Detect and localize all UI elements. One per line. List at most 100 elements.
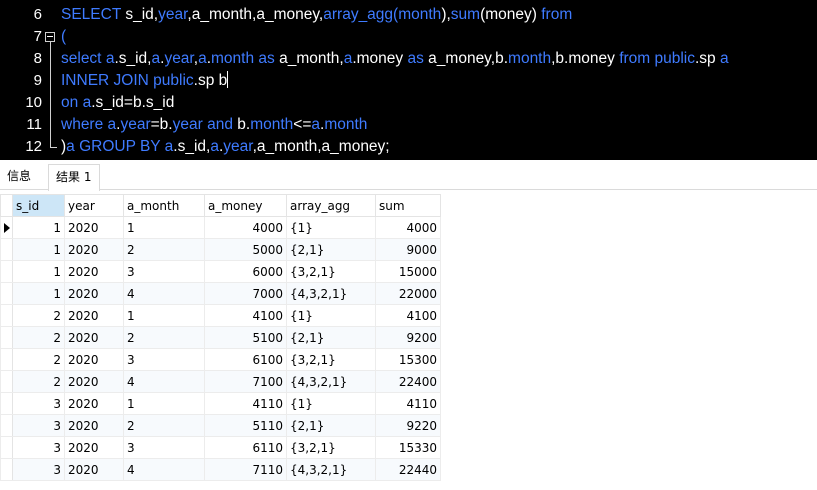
row-selector[interactable] (0, 326, 13, 349)
cell-sum[interactable]: 15330 (375, 436, 441, 459)
cell-s-id[interactable]: 1 (12, 260, 65, 283)
table-row[interactable]: 1 2020 4 7000 {4,3,2,1} 22000 (0, 282, 441, 305)
cell-a-month[interactable]: 3 (123, 260, 205, 283)
cell-array-agg[interactable]: {4,3,2,1} (286, 458, 376, 481)
column-header-array-agg[interactable]: array_agg (286, 194, 376, 217)
cell-array-agg[interactable]: {2,1} (286, 414, 376, 437)
row-selector[interactable] (0, 282, 13, 305)
table-row[interactable]: 2 2020 2 5100 {2,1} 9200 (0, 326, 441, 349)
cell-a-month[interactable]: 4 (123, 370, 205, 393)
row-selector[interactable] (0, 414, 13, 437)
table-row[interactable]: 3 2020 2 5110 {2,1} 9220 (0, 414, 441, 437)
cell-a-money[interactable]: 5110 (204, 414, 287, 437)
cell-a-money[interactable]: 7110 (204, 458, 287, 481)
row-selector[interactable] (0, 392, 13, 415)
row-selector[interactable] (0, 238, 13, 261)
table-row[interactable]: 3 2020 3 6110 {3,2,1} 15330 (0, 436, 441, 459)
cell-array-agg[interactable]: {1} (286, 392, 376, 415)
code-text[interactable]: SELECT s_id,year,a_month,a_money,array_a… (61, 4, 572, 26)
table-row[interactable]: 2 2020 3 6100 {3,2,1} 15300 (0, 348, 441, 371)
cell-sum[interactable]: 9220 (375, 414, 441, 437)
cell-s-id[interactable]: 2 (12, 370, 65, 393)
cell-a-money[interactable]: 7100 (204, 370, 287, 393)
cell-array-agg[interactable]: {1} (286, 304, 376, 327)
cell-a-month[interactable]: 1 (123, 216, 205, 239)
column-header-sum[interactable]: sum (375, 194, 441, 217)
tab-result-1[interactable]: 结果 1 (48, 164, 100, 191)
table-row[interactable]: 1 2020 1 4000 {1} 4000 (0, 216, 441, 239)
column-header-s-id[interactable]: s_id (12, 194, 65, 217)
cell-sum[interactable]: 4100 (375, 304, 441, 327)
cell-s-id[interactable]: 1 (12, 216, 65, 239)
code-line[interactable]: 11 where a.year=b.year and b.month<=a.mon… (0, 114, 817, 136)
cell-a-month[interactable]: 4 (123, 458, 205, 481)
code-text[interactable]: select a.s_id,a.year,a.month as a_month,… (61, 48, 729, 70)
table-row[interactable]: 1 2020 3 6000 {3,2,1} 15000 (0, 260, 441, 283)
tab-info[interactable]: 信息 (0, 164, 42, 190)
cell-a-money[interactable]: 4000 (204, 216, 287, 239)
cell-year[interactable]: 2020 (64, 392, 124, 415)
cell-s-id[interactable]: 3 (12, 436, 65, 459)
cell-array-agg[interactable]: {3,2,1} (286, 436, 376, 459)
fold-toggle-icon[interactable] (45, 32, 55, 42)
cell-a-month[interactable]: 3 (123, 348, 205, 371)
cell-array-agg[interactable]: {4,3,2,1} (286, 282, 376, 305)
cell-a-month[interactable]: 1 (123, 304, 205, 327)
cell-array-agg[interactable]: {1} (286, 216, 376, 239)
cell-sum[interactable]: 9000 (375, 238, 441, 261)
cell-year[interactable]: 2020 (64, 216, 124, 239)
cell-year[interactable]: 2020 (64, 370, 124, 393)
result-grid[interactable]: s_id year a_month a_money array_agg sum 1 2020… (0, 194, 441, 481)
row-selector[interactable] (0, 304, 13, 327)
cell-sum[interactable]: 4110 (375, 392, 441, 415)
cell-s-id[interactable]: 3 (12, 414, 65, 437)
cell-a-month[interactable]: 3 (123, 436, 205, 459)
cell-sum[interactable]: 9200 (375, 326, 441, 349)
cell-a-money[interactable]: 6000 (204, 260, 287, 283)
table-row[interactable]: 3 2020 4 7110 {4,3,2,1} 22440 (0, 458, 441, 481)
row-selector[interactable] (0, 260, 13, 283)
cell-array-agg[interactable]: {3,2,1} (286, 348, 376, 371)
column-header-year[interactable]: year (64, 194, 124, 217)
column-header-a-month[interactable]: a_month (123, 194, 205, 217)
code-text[interactable]: )a GROUP BY a.s_id,a.year,a_month,a_mone… (61, 136, 390, 158)
cell-s-id[interactable]: 2 (12, 348, 65, 371)
cell-a-month[interactable]: 1 (123, 392, 205, 415)
sql-editor[interactable]: 6 SELECT s_id,year,a_month,a_money,array_… (0, 0, 817, 160)
code-line[interactable]: 12)a GROUP BY a.s_id,a.year,a_month,a_mo… (0, 136, 817, 158)
table-row[interactable]: 3 2020 1 4110 {1} 4110 (0, 392, 441, 415)
cell-s-id[interactable]: 1 (12, 238, 65, 261)
cell-year[interactable]: 2020 (64, 436, 124, 459)
cell-s-id[interactable]: 2 (12, 304, 65, 327)
cell-array-agg[interactable]: {3,2,1} (286, 260, 376, 283)
cell-sum[interactable]: 22440 (375, 458, 441, 481)
table-row[interactable]: 2 2020 4 7100 {4,3,2,1} 22400 (0, 370, 441, 393)
cell-sum[interactable]: 15300 (375, 348, 441, 371)
row-selector[interactable] (0, 436, 13, 459)
column-header-a-money[interactable]: a_money (204, 194, 287, 217)
cell-a-money[interactable]: 5000 (204, 238, 287, 261)
cell-sum[interactable]: 4000 (375, 216, 441, 239)
code-line[interactable]: 8 select a.s_id,a.year,a.month as a_month… (0, 48, 817, 70)
code-line[interactable]: 7( (0, 26, 817, 48)
cell-year[interactable]: 2020 (64, 458, 124, 481)
cell-s-id[interactable]: 1 (12, 282, 65, 305)
code-line[interactable]: 10 on a.s_id=b.s_id (0, 92, 817, 114)
cell-year[interactable]: 2020 (64, 326, 124, 349)
cell-a-money[interactable]: 4110 (204, 392, 287, 415)
code-line[interactable]: 6 SELECT s_id,year,a_month,a_money,array_… (0, 4, 817, 26)
cell-a-month[interactable]: 4 (123, 282, 205, 305)
cell-a-month[interactable]: 2 (123, 414, 205, 437)
cell-a-month[interactable]: 2 (123, 326, 205, 349)
row-selector[interactable] (0, 458, 13, 481)
cell-year[interactable]: 2020 (64, 348, 124, 371)
code-line[interactable]: 9 INNER JOIN public.sp b (0, 70, 817, 92)
cell-year[interactable]: 2020 (64, 260, 124, 283)
code-text[interactable]: ( (61, 26, 66, 48)
cell-array-agg[interactable]: {4,3,2,1} (286, 370, 376, 393)
cell-s-id[interactable]: 2 (12, 326, 65, 349)
row-selector[interactable] (0, 216, 13, 239)
row-selector[interactable] (0, 348, 13, 371)
cell-a-money[interactable]: 4100 (204, 304, 287, 327)
cell-array-agg[interactable]: {2,1} (286, 326, 376, 349)
